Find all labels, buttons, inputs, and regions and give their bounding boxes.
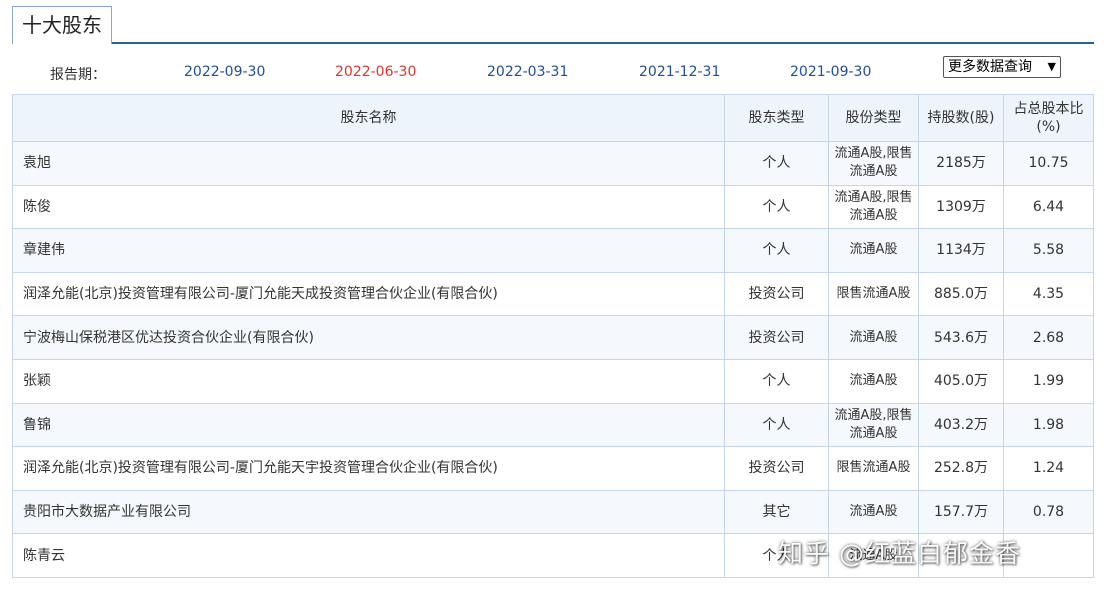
share-type: 流通A股 [828,533,919,578]
share-type: 流通A股 [828,228,919,273]
period-date-link[interactable]: 2022-09-30 [184,64,265,80]
share-ratio: 10.75 [1003,141,1094,186]
shares-held: 885.0万 [918,271,1004,317]
chevron-down-icon: ▼ [1047,60,1056,73]
table-row: 润泽允能(北京)投资管理有限公司-厦门允能天成投资管理合伙企业(有限合伙) 投资… [12,271,1094,317]
more-data-query-select[interactable]: 更多数据查询 ▼ [943,56,1061,78]
holder-type: 个人 [724,184,829,230]
table-row: 陈青云 个人 流通A股 [12,533,1094,578]
table-row: 鲁锦 个人 流通A股,限售流通A股 403.2万 1.98 [12,402,1094,448]
tab-bar: 十大股东 [12,6,1094,46]
table-row: 贵阳市大数据产业有限公司 其它 流通A股 157.7万 0.78 [12,489,1094,535]
holder-name: 鲁锦 [12,402,725,448]
share-ratio: 5.58 [1003,228,1094,273]
period-date-link[interactable]: 2022-03-31 [487,64,568,80]
table-row: 润泽允能(北京)投资管理有限公司-厦门允能天宇投资管理合伙企业(有限合伙) 投资… [12,446,1094,491]
shares-held: 543.6万 [918,315,1004,360]
header-name: 股东名称 [12,94,725,142]
share-type: 限售流通A股 [828,446,919,491]
period-date-link[interactable]: 2021-09-30 [790,64,871,80]
share-ratio: 0.78 [1003,489,1094,535]
holder-name: 张颖 [12,358,725,404]
share-type: 流通A股,限售流通A股 [828,402,919,448]
shareholders-table: 股东名称 股东类型 股份类型 持股数(股) 占总股本比(%) 袁旭 个人 流通A… [12,94,1094,578]
share-type: 流通A股,限售流通A股 [828,184,919,230]
holder-type: 投资公司 [724,315,829,360]
shares-held: 157.7万 [918,489,1004,535]
header-share-type: 股份类型 [828,94,919,142]
share-ratio: 4.35 [1003,271,1094,317]
report-period-row: 报告期： 2022-09-30 2022-06-30 2022-03-31 20… [12,56,1094,90]
share-ratio: 1.99 [1003,358,1094,404]
holder-name: 贵阳市大数据产业有限公司 [12,489,725,535]
share-ratio: 1.98 [1003,402,1094,448]
table-row: 陈俊 个人 流通A股,限售流通A股 1309万 6.44 [12,184,1094,230]
table-header-row: 股东名称 股东类型 股份类型 持股数(股) 占总股本比(%) [12,94,1094,142]
holder-type: 投资公司 [724,271,829,317]
holder-type: 投资公司 [724,446,829,491]
period-date-link-active[interactable]: 2022-06-30 [335,64,416,80]
table-row: 章建伟 个人 流通A股 1134万 5.58 [12,228,1094,273]
holder-type: 个人 [724,358,829,404]
share-ratio: 2.68 [1003,315,1094,360]
shares-held: 405.0万 [918,358,1004,404]
share-type: 流通A股 [828,358,919,404]
header-ratio: 占总股本比(%) [1003,94,1094,142]
holder-name: 袁旭 [12,141,725,186]
holder-type: 个人 [724,402,829,448]
share-ratio: 6.44 [1003,184,1094,230]
holder-type: 个人 [724,533,829,578]
holder-type: 个人 [724,228,829,273]
tab-top-ten-holders[interactable]: 十大股东 [12,6,112,46]
holder-name: 宁波梅山保税港区优达投资合伙企业(有限合伙) [12,315,725,360]
holder-name: 润泽允能(北京)投资管理有限公司-厦门允能天成投资管理合伙企业(有限合伙) [12,271,725,317]
shares-held: 1309万 [918,184,1004,230]
holder-name: 章建伟 [12,228,725,273]
table-row: 宁波梅山保税港区优达投资合伙企业(有限合伙) 投资公司 流通A股 543.6万 … [12,315,1094,360]
table-row: 张颖 个人 流通A股 405.0万 1.99 [12,358,1094,404]
holder-name: 陈青云 [12,533,725,578]
share-type: 流通A股,限售流通A股 [828,141,919,186]
shares-held [918,533,1004,578]
more-data-query-label: 更多数据查询 [948,59,1032,75]
share-ratio [1003,533,1094,578]
holder-type: 其它 [724,489,829,535]
shares-held: 252.8万 [918,446,1004,491]
holder-type: 个人 [724,141,829,186]
shares-held: 403.2万 [918,402,1004,448]
shares-held: 2185万 [918,141,1004,186]
header-shares: 持股数(股) [918,94,1004,142]
holder-name: 润泽允能(北京)投资管理有限公司-厦门允能天宇投资管理合伙企业(有限合伙) [12,446,725,491]
share-type: 限售流通A股 [828,271,919,317]
holder-name: 陈俊 [12,184,725,230]
table-row: 袁旭 个人 流通A股,限售流通A股 2185万 10.75 [12,141,1094,186]
share-ratio: 1.24 [1003,446,1094,491]
period-date-link[interactable]: 2021-12-31 [639,64,720,80]
report-period-label: 报告期： [50,67,106,83]
header-holder-type: 股东类型 [724,94,829,142]
share-type: 流通A股 [828,315,919,360]
shares-held: 1134万 [918,228,1004,273]
share-type: 流通A股 [828,489,919,535]
